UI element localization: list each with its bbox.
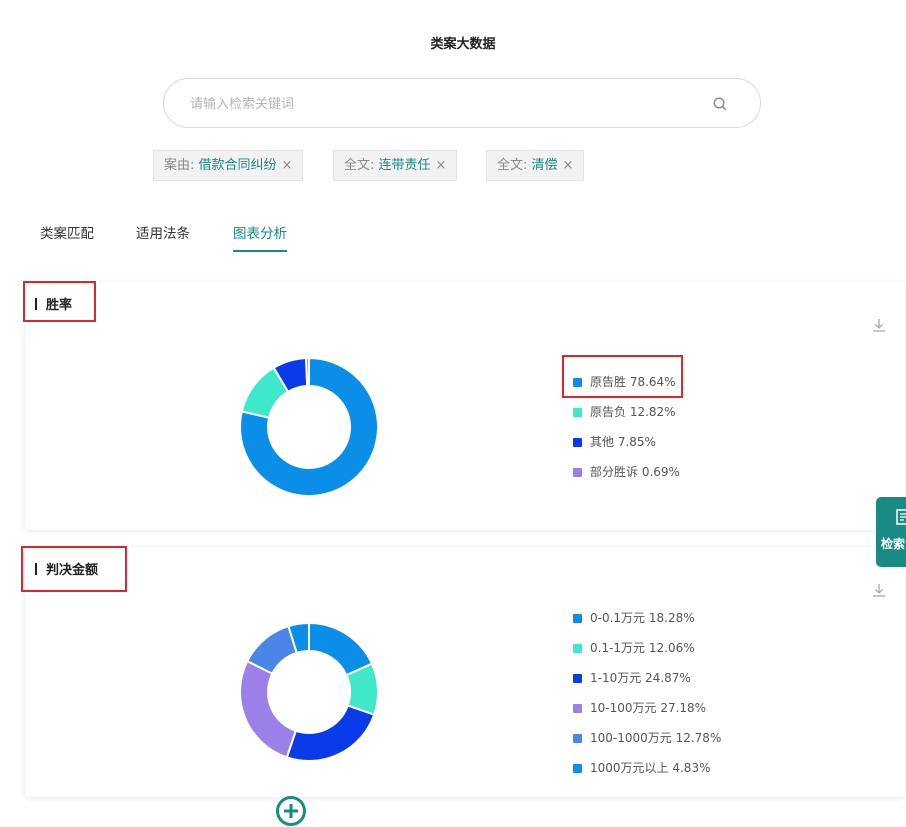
download-icon[interactable]	[871, 317, 887, 333]
legend-swatch	[573, 408, 582, 417]
legend-label: 部分胜诉 0.69%	[590, 465, 680, 479]
legend-item[interactable]: 其他 7.85%	[573, 433, 656, 450]
legend-swatch	[573, 468, 582, 477]
legend-label: 100-1000万元 12.78%	[590, 731, 722, 745]
legend-item[interactable]: 0-0.1万元 18.28%	[573, 609, 695, 626]
legend-label: 1000万元以上 4.83%	[590, 761, 711, 775]
page-title: 类案大数据	[430, 37, 496, 52]
win-rate-card: 胜率 原告胜 78.64% 原告负 12.82% 其他 7.85% 部分胜诉 0.69…	[25, 282, 905, 530]
legend-item[interactable]: 1000万元以上 4.83%	[573, 759, 710, 776]
legend-item[interactable]: 10-100万元 27.18%	[573, 699, 706, 716]
legend-swatch	[573, 644, 582, 653]
legend-swatch	[573, 674, 582, 683]
remove-filter-icon[interactable]: ×	[282, 158, 293, 173]
filter-chip-case-cause: 案由: 借款合同纠纷 ×	[153, 150, 304, 181]
search-side-widget[interactable]: 检索	[876, 497, 906, 567]
judgment-amount-card: 判决金额 0-0.1万元 18.28% 0.1-1万元 12.06% 1-10万元 …	[25, 547, 905, 797]
legend-swatch	[573, 438, 582, 447]
side-widget-label: 检索	[881, 537, 906, 551]
remove-filter-icon[interactable]: ×	[436, 158, 447, 173]
judgment-amount-donut-chart	[239, 622, 379, 762]
tab-applicable-laws[interactable]: 适用法条	[136, 222, 190, 250]
filter-chip-fulltext-1: 全文: 连带责任 ×	[333, 150, 458, 181]
filter-chip-fulltext-2: 全文: 清偿 ×	[486, 150, 585, 181]
legend-item[interactable]: 部分胜诉 0.69%	[573, 463, 680, 480]
document-icon	[896, 509, 906, 525]
legend-swatch	[573, 704, 582, 713]
legend-label: 原告负 12.82%	[590, 405, 676, 419]
legend-item[interactable]: 100-1000万元 12.78%	[573, 729, 721, 746]
donut-slice-3[interactable]	[304, 357, 310, 388]
legend-item[interactable]: 1-10万元 24.87%	[573, 669, 691, 686]
donut-slice-3[interactable]	[239, 659, 298, 759]
legend-label: 0.1-1万元 12.06%	[590, 641, 695, 655]
tab-chart-analysis[interactable]: 图表分析	[233, 222, 287, 252]
add-icon[interactable]	[275, 795, 307, 827]
highlight-box	[23, 281, 96, 322]
win-rate-donut-chart	[239, 357, 379, 497]
download-icon[interactable]	[871, 582, 887, 598]
legend-swatch	[573, 764, 582, 773]
legend-label: 0-0.1万元 18.28%	[590, 611, 695, 625]
search-input[interactable]	[188, 91, 692, 117]
highlight-box	[562, 355, 683, 398]
donut-slice-2[interactable]	[285, 704, 376, 762]
legend-swatch	[573, 734, 582, 743]
legend-item[interactable]: 0.1-1万元 12.06%	[573, 639, 695, 656]
search-box	[163, 78, 761, 128]
search-icon[interactable]	[712, 96, 728, 112]
legend-label: 1-10万元 24.87%	[590, 671, 691, 685]
legend-item[interactable]: 原告负 12.82%	[573, 403, 676, 420]
legend-label: 其他 7.85%	[590, 435, 656, 449]
legend-swatch	[573, 614, 582, 623]
legend-label: 10-100万元 27.18%	[590, 701, 707, 715]
highlight-box	[21, 546, 127, 592]
tab-similar-cases[interactable]: 类案匹配	[40, 222, 94, 250]
remove-filter-icon[interactable]: ×	[563, 158, 574, 173]
